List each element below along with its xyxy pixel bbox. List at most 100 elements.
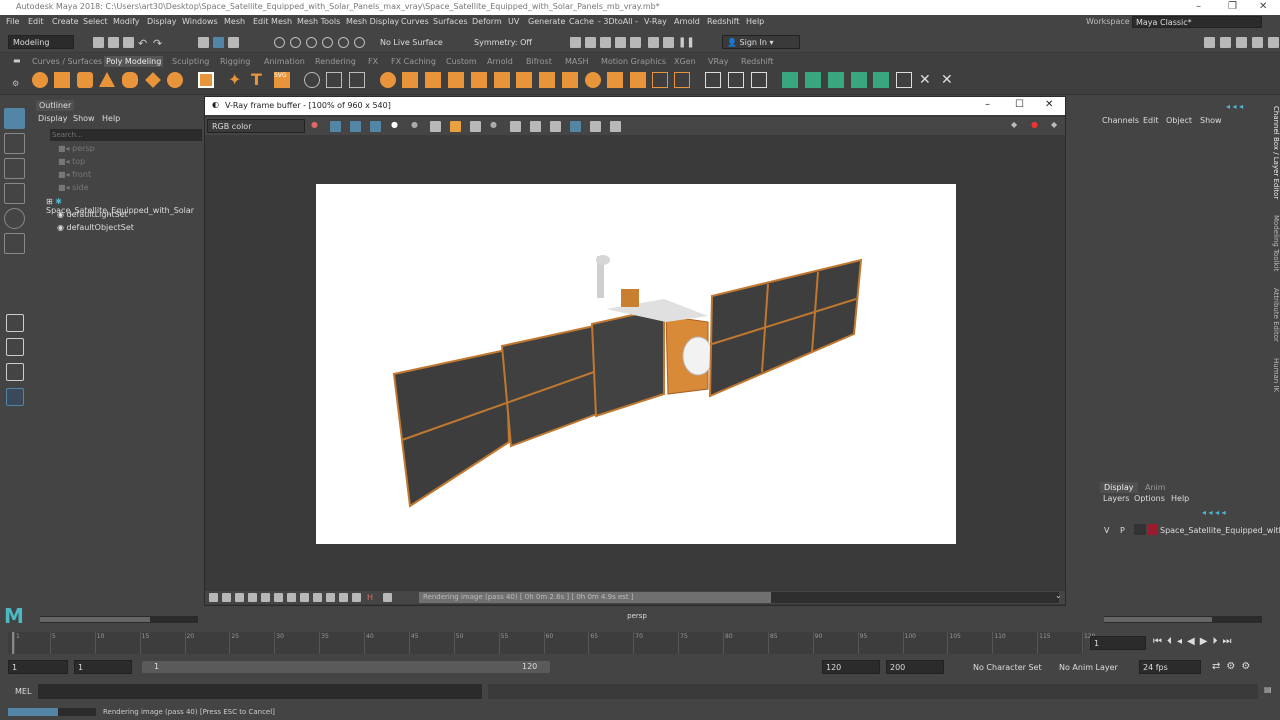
- render-icon[interactable]: [570, 37, 581, 48]
- expand-icon[interactable]: ⊞: [46, 197, 55, 206]
- attribute-editor-icon[interactable]: [1236, 37, 1247, 48]
- poly-torus-icon[interactable]: [122, 72, 138, 88]
- side-tab-attribute-editor[interactable]: Attribute Editor: [1272, 288, 1280, 342]
- layer-playback-toggle[interactable]: P: [1120, 526, 1125, 535]
- layer-hscrollbar[interactable]: [1104, 616, 1262, 623]
- ocio-icon[interactable]: [287, 593, 296, 602]
- restore-icon[interactable]: ❐: [1228, 1, 1237, 12]
- close-stat-icon[interactable]: [383, 593, 392, 602]
- super-shape-icon[interactable]: ✦: [228, 72, 244, 88]
- poke-face-icon[interactable]: [607, 72, 623, 88]
- symmetry-label[interactable]: Symmetry: Off: [474, 38, 532, 47]
- menu-redshift[interactable]: Redshift: [707, 17, 739, 26]
- shelf-tab-animation[interactable]: Animation: [262, 56, 307, 67]
- mode-dropdown[interactable]: Modeling: [8, 35, 74, 49]
- layer-action-icons[interactable]: ◂ ◂ ◂ ◂: [1202, 508, 1226, 517]
- target-weld-icon[interactable]: [539, 72, 555, 88]
- layers-menu[interactable]: Layers: [1103, 494, 1129, 503]
- lut-icon[interactable]: [274, 593, 283, 602]
- go-to-end-icon[interactable]: ⏭: [1222, 636, 1236, 647]
- copy-icon[interactable]: [530, 121, 541, 132]
- auto-map-icon[interactable]: [828, 72, 844, 88]
- menu-create[interactable]: Create: [52, 17, 79, 26]
- menu-modify[interactable]: Modify: [113, 17, 140, 26]
- vray-maximize-icon[interactable]: ☐: [1015, 99, 1024, 110]
- lasso-tool-icon[interactable]: [4, 133, 25, 154]
- h-icon[interactable]: H: [367, 593, 376, 602]
- red-channel-icon[interactable]: [330, 121, 341, 132]
- track-mouse-icon[interactable]: [510, 121, 521, 132]
- compare-icon[interactable]: [326, 593, 335, 602]
- outliner-search-input[interactable]: [50, 129, 202, 141]
- clear-image-icon[interactable]: [470, 121, 481, 132]
- blue-channel-icon[interactable]: [370, 121, 381, 132]
- layer-scroll-thumb[interactable]: [1104, 617, 1212, 622]
- slice-tool-icon[interactable]: [728, 72, 744, 88]
- edit-menu[interactable]: Edit: [1143, 116, 1159, 125]
- outliner-layout-icon[interactable]: [6, 388, 24, 406]
- render-settings-icon[interactable]: [615, 37, 626, 48]
- combine-icon[interactable]: [304, 72, 320, 88]
- shelf-options-icon[interactable]: ⚙: [12, 79, 19, 88]
- offset-edge-loop-icon[interactable]: [585, 72, 601, 88]
- render-interactive-icon[interactable]: [610, 121, 621, 132]
- shelf-tab-mash[interactable]: MASH: [563, 56, 590, 67]
- fps-dropdown[interactable]: 24 fps: [1139, 660, 1201, 674]
- curves-icon[interactable]: [248, 593, 257, 602]
- bridge-icon[interactable]: [425, 72, 441, 88]
- cut-uv-icon[interactable]: ✕: [919, 72, 935, 88]
- view-alpha-icon[interactable]: ●: [391, 120, 398, 129]
- color-channels-icon[interactable]: ●: [311, 120, 318, 129]
- character-controls-icon[interactable]: [1220, 37, 1231, 48]
- menu-generate[interactable]: Generate: [528, 17, 565, 26]
- end-frame-field[interactable]: 200: [886, 660, 944, 674]
- side-tab-modeling-toolkit[interactable]: Modeling Toolkit: [1272, 215, 1280, 271]
- shelf-menu-icon[interactable]: ▬: [13, 56, 21, 65]
- render-teapot-icon[interactable]: ◆: [1011, 120, 1017, 129]
- load-image-icon[interactable]: [450, 121, 461, 132]
- color-correction-icon[interactable]: [235, 593, 244, 602]
- menu-select[interactable]: Select: [83, 17, 108, 26]
- show-menu[interactable]: Show: [1200, 116, 1222, 125]
- channel-box-icons[interactable]: ◂ ◂ ◂: [1226, 102, 1243, 111]
- collapse-icon[interactable]: [652, 72, 668, 88]
- history-icon[interactable]: [209, 593, 218, 602]
- command-input[interactable]: [38, 684, 482, 699]
- uv-editor-icon[interactable]: [782, 72, 798, 88]
- snap-point-icon[interactable]: [306, 37, 317, 48]
- shelf-tab-arnold[interactable]: Arnold: [485, 56, 515, 67]
- outliner-item-top[interactable]: ■◂ top: [58, 157, 85, 166]
- step-back-frame-icon[interactable]: ◂: [1177, 636, 1187, 647]
- light-editor-icon[interactable]: [663, 37, 674, 48]
- svg-icon[interactable]: SVG: [274, 72, 290, 88]
- menu-vray[interactable]: V-Ray: [644, 17, 667, 26]
- rotate-tool-icon[interactable]: [4, 208, 25, 229]
- current-frame-field[interactable]: 1: [1090, 636, 1146, 650]
- poly-disc-icon[interactable]: [167, 72, 183, 88]
- paint-tool-icon[interactable]: [751, 72, 767, 88]
- outliner-item-side[interactable]: ■◂ side: [58, 183, 89, 192]
- menu-display[interactable]: Display: [147, 17, 177, 26]
- select-by-object-icon[interactable]: [213, 37, 224, 48]
- lens-effects-icon[interactable]: [222, 593, 231, 602]
- menu-deform[interactable]: Deform: [472, 17, 502, 26]
- boolean-icon[interactable]: [380, 72, 396, 88]
- single-perspective-layout-icon[interactable]: [6, 314, 24, 332]
- menu-help[interactable]: Help: [746, 17, 764, 26]
- select-by-hierarchy-icon[interactable]: [198, 37, 209, 48]
- anim-layer-dropdown[interactable]: No Anim Layer: [1059, 663, 1118, 672]
- menu-file[interactable]: File: [6, 17, 19, 26]
- undo-icon[interactable]: ↶: [138, 37, 149, 50]
- stop-render-icon[interactable]: ●: [1031, 120, 1038, 129]
- menu-curves[interactable]: Curves: [401, 17, 429, 26]
- platonic-solid-icon[interactable]: [198, 72, 214, 88]
- outliner-menu-show[interactable]: Show: [73, 114, 95, 123]
- expand-panel-icon[interactable]: ⌄: [1055, 591, 1062, 600]
- bevel-icon[interactable]: [448, 72, 464, 88]
- close-icon[interactable]: ✕: [1259, 1, 1267, 12]
- stamp-icon[interactable]: [313, 593, 322, 602]
- ipr-render-icon[interactable]: [600, 37, 611, 48]
- layer-name[interactable]: Space_Satellite_Equipped_with: [1160, 526, 1280, 535]
- cylindrical-map-icon[interactable]: [851, 72, 867, 88]
- select-tool-icon[interactable]: [4, 108, 25, 129]
